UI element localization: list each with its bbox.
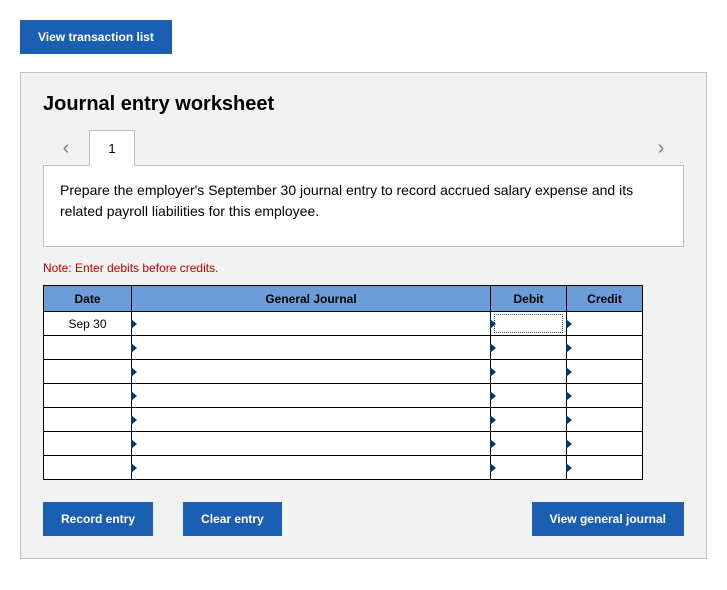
- dropdown-icon: [131, 439, 137, 449]
- chevron-right-icon[interactable]: ›: [638, 130, 684, 166]
- dropdown-icon: [131, 391, 137, 401]
- journal-table: Date General Journal Debit Credit Sep 30: [43, 285, 643, 480]
- instruction-box: Prepare the employer's September 30 jour…: [43, 165, 684, 247]
- general-journal-cell[interactable]: [132, 408, 491, 432]
- dropdown-icon: [131, 367, 137, 377]
- table-row: [44, 384, 643, 408]
- credit-cell[interactable]: [567, 360, 643, 384]
- dropdown-icon: [566, 343, 572, 353]
- dropdown-icon: [566, 415, 572, 425]
- dropdown-icon: [566, 463, 572, 473]
- header-date: Date: [44, 286, 132, 312]
- date-cell[interactable]: [44, 336, 132, 360]
- date-cell[interactable]: [44, 408, 132, 432]
- table-row: [44, 432, 643, 456]
- table-row: Sep 30: [44, 312, 643, 336]
- dropdown-icon: [566, 367, 572, 377]
- general-journal-cell[interactable]: [132, 432, 491, 456]
- table-row: [44, 456, 643, 480]
- general-journal-cell[interactable]: [132, 360, 491, 384]
- debit-cell[interactable]: [491, 312, 567, 336]
- table-row: [44, 336, 643, 360]
- dropdown-icon: [566, 319, 572, 329]
- date-cell[interactable]: Sep 30: [44, 312, 132, 336]
- general-journal-cell[interactable]: [132, 336, 491, 360]
- debit-cell[interactable]: [491, 432, 567, 456]
- dropdown-icon: [131, 415, 137, 425]
- dropdown-icon: [490, 463, 496, 473]
- date-cell[interactable]: [44, 360, 132, 384]
- credit-cell[interactable]: [567, 312, 643, 336]
- dropdown-icon: [566, 391, 572, 401]
- general-journal-cell[interactable]: [132, 456, 491, 480]
- dropdown-icon: [490, 391, 496, 401]
- view-general-journal-button[interactable]: View general journal: [532, 502, 684, 536]
- credit-cell[interactable]: [567, 336, 643, 360]
- general-journal-cell[interactable]: [132, 384, 491, 408]
- header-debit: Debit: [491, 286, 567, 312]
- view-transaction-list-button[interactable]: View transaction list: [20, 20, 172, 54]
- dropdown-icon: [131, 463, 137, 473]
- debit-cell[interactable]: [491, 408, 567, 432]
- general-journal-cell[interactable]: [132, 312, 491, 336]
- credit-cell[interactable]: [567, 408, 643, 432]
- tab-1[interactable]: 1: [89, 130, 135, 166]
- note-text: Note: Enter debits before credits.: [43, 261, 684, 275]
- header-gj: General Journal: [132, 286, 491, 312]
- date-cell[interactable]: [44, 432, 132, 456]
- tab-row: ‹ 1 ›: [43, 130, 684, 166]
- table-row: [44, 360, 643, 384]
- debit-cell[interactable]: [491, 384, 567, 408]
- dropdown-icon: [131, 319, 137, 329]
- debit-cell[interactable]: [491, 360, 567, 384]
- record-entry-button[interactable]: Record entry: [43, 502, 153, 536]
- credit-cell[interactable]: [567, 432, 643, 456]
- table-row: [44, 408, 643, 432]
- dropdown-icon: [490, 415, 496, 425]
- worksheet-panel: Journal entry worksheet ‹ 1 › Prepare th…: [20, 72, 707, 559]
- header-credit: Credit: [567, 286, 643, 312]
- credit-cell[interactable]: [567, 384, 643, 408]
- dropdown-icon: [490, 439, 496, 449]
- debit-cell[interactable]: [491, 456, 567, 480]
- clear-entry-button[interactable]: Clear entry: [183, 502, 282, 536]
- date-cell[interactable]: [44, 456, 132, 480]
- dropdown-icon: [131, 343, 137, 353]
- debit-cell[interactable]: [491, 336, 567, 360]
- dropdown-icon: [490, 343, 496, 353]
- dropdown-icon: [566, 439, 572, 449]
- credit-cell[interactable]: [567, 456, 643, 480]
- cell-focus-indicator: [494, 314, 563, 333]
- action-row: Record entry Clear entry View general jo…: [43, 502, 684, 536]
- panel-title: Journal entry worksheet: [43, 93, 684, 116]
- date-cell[interactable]: [44, 384, 132, 408]
- dropdown-icon: [490, 367, 496, 377]
- chevron-left-icon[interactable]: ‹: [43, 130, 89, 166]
